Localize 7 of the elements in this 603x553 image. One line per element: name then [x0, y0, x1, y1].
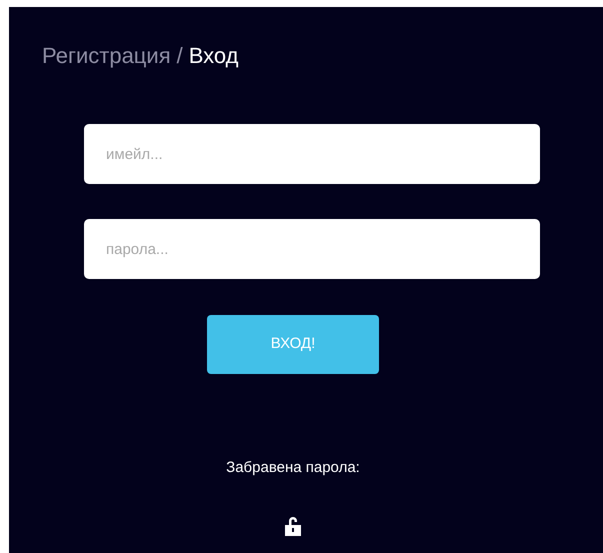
input-field[interactable]: парола... — [84, 219, 540, 279]
forgot-password-link[interactable]: Забравена парола: — [226, 457, 360, 480]
input-field[interactable]: имейл... — [84, 124, 540, 184]
header-tab[interactable]: Регистрация — [42, 39, 171, 72]
header-tab[interactable]: Вход — [188, 39, 239, 72]
separator: / — [176, 42, 183, 70]
unlock-icon[interactable] — [285, 516, 301, 536]
